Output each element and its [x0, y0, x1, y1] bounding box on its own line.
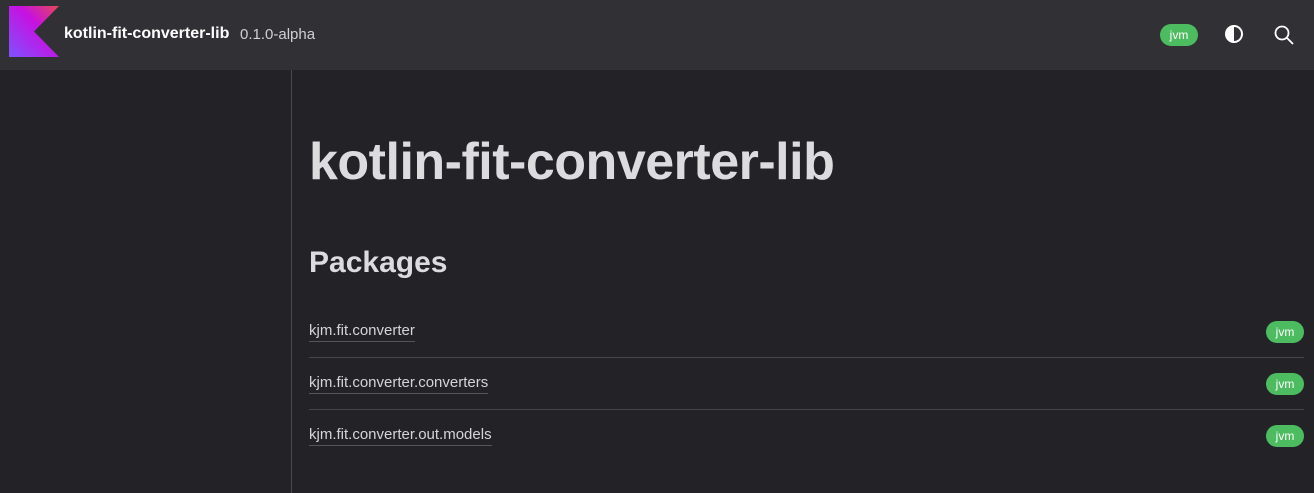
version-label: 0.1.0-alpha — [240, 26, 316, 43]
package-link[interactable]: kjm.fit.converter.out.models — [309, 426, 492, 446]
sidebar-navigation — [0, 70, 292, 493]
package-row: kjm.fit.converter.out.models jvm — [309, 410, 1304, 462]
packages-table: kjm.fit.converter jvm kjm.fit.converter.… — [309, 306, 1304, 462]
top-navbar: kotlin-fit-converter-lib 0.1.0-alpha jvm — [0, 0, 1314, 70]
platform-badge: jvm — [1266, 425, 1304, 447]
package-row: kjm.fit.converter.converters jvm — [309, 358, 1304, 410]
platform-badge: jvm — [1266, 320, 1304, 343]
platform-filter-badge[interactable]: jvm — [1160, 24, 1198, 46]
packages-heading: Packages — [309, 246, 448, 279]
package-link[interactable]: kjm.fit.converter.converters — [309, 374, 489, 394]
library-name-link[interactable]: kotlin-fit-converter-lib — [64, 25, 229, 43]
theme-toggle-icon[interactable] — [1224, 24, 1244, 44]
page-title: kotlin-fit-converter-lib — [309, 133, 835, 191]
search-icon[interactable] — [1273, 24, 1295, 46]
package-row: kjm.fit.converter jvm — [309, 306, 1304, 358]
kotlin-logo[interactable] — [9, 6, 59, 57]
platform-badge: jvm — [1266, 372, 1304, 395]
package-link[interactable]: kjm.fit.converter — [309, 322, 415, 342]
